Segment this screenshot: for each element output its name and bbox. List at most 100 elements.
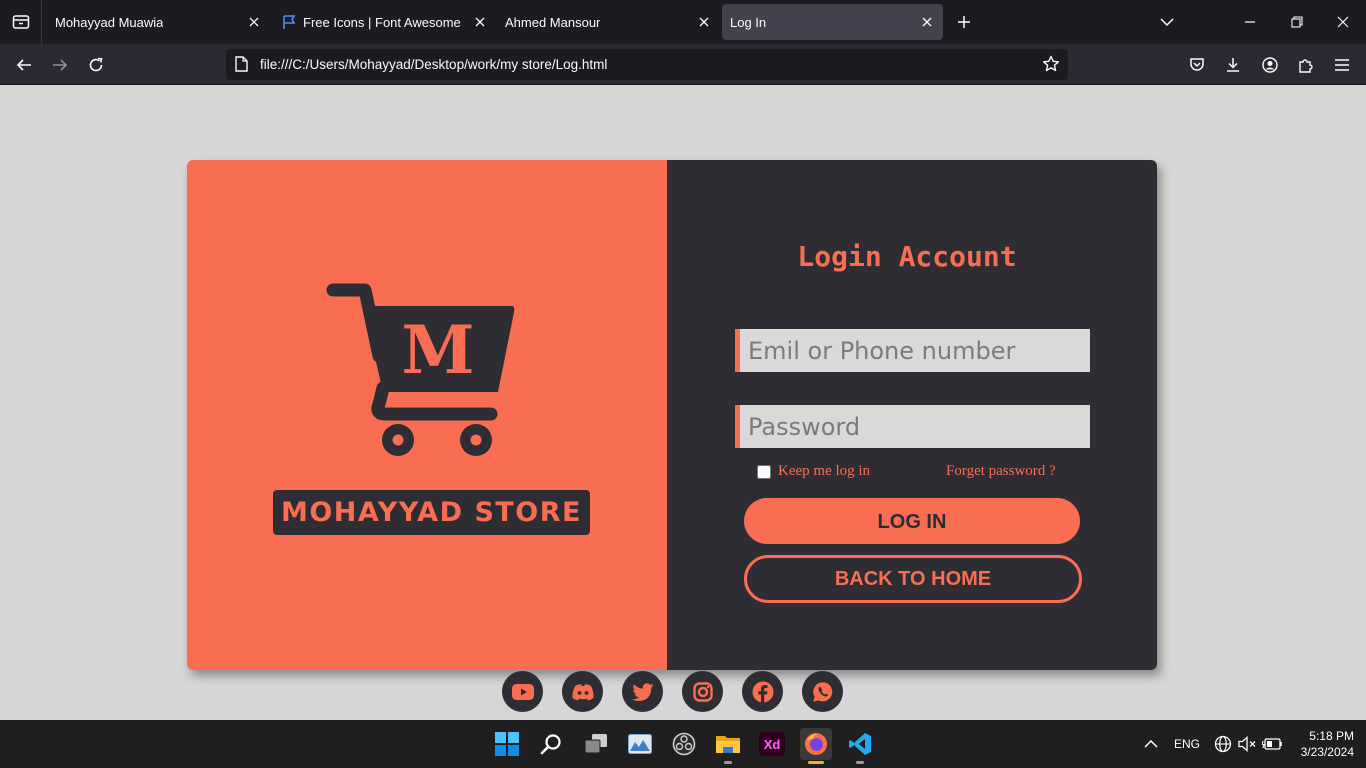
photos-app[interactable] bbox=[624, 728, 656, 760]
restore-button[interactable] bbox=[1287, 12, 1307, 32]
instagram-link[interactable] bbox=[682, 671, 723, 712]
email-input[interactable] bbox=[740, 329, 1090, 372]
active-indicator bbox=[808, 761, 824, 764]
downloads-button[interactable] bbox=[1222, 54, 1244, 76]
keep-logged-in-label: Keep me log in bbox=[778, 463, 871, 479]
minimize-button[interactable] bbox=[1240, 12, 1260, 32]
file-explorer-icon bbox=[716, 736, 740, 753]
address-bar[interactable]: file:///C:/Users/Mohayyad/Desktop/work/m… bbox=[226, 49, 1068, 80]
restore-icon bbox=[1291, 16, 1303, 28]
tab-ahmed-mansour[interactable]: Ahmed Mansour bbox=[496, 4, 720, 40]
tab-font-awesome[interactable]: Free Icons | Font Awesome bbox=[272, 4, 496, 40]
flag-icon bbox=[272, 14, 297, 30]
email-field-wrapper bbox=[735, 329, 1090, 372]
search-button[interactable] bbox=[535, 728, 567, 760]
whatsapp-link[interactable] bbox=[802, 671, 843, 712]
tab-overflow-button[interactable] bbox=[1157, 12, 1177, 32]
browser-toolbar: file:///C:/Users/Mohayyad/Desktop/work/m… bbox=[0, 44, 1366, 85]
logo-letter: M bbox=[401, 311, 474, 389]
extensions-button[interactable] bbox=[1295, 54, 1317, 76]
firefox-app[interactable] bbox=[800, 728, 832, 764]
facebook-icon bbox=[752, 681, 773, 702]
tab-label: Free Icons | Font Awesome bbox=[303, 14, 461, 30]
obs-app[interactable] bbox=[668, 728, 700, 760]
arrow-left-icon bbox=[16, 59, 31, 71]
language-indicator[interactable]: ENG bbox=[1174, 737, 1200, 751]
store-name-badge: MOHAYYAD STORE bbox=[273, 490, 590, 535]
facebook-link[interactable] bbox=[742, 671, 783, 712]
list-all-tabs-icon bbox=[12, 15, 29, 29]
running-indicator bbox=[724, 761, 732, 764]
adobe-xd-icon: Xd bbox=[759, 732, 785, 756]
pocket-icon bbox=[1190, 58, 1204, 71]
youtube-icon bbox=[511, 683, 534, 700]
obs-icon bbox=[672, 732, 696, 756]
reload-button[interactable] bbox=[85, 54, 107, 76]
forget-password-link[interactable]: Forget password ? bbox=[946, 463, 1056, 480]
store-name: MOHAYYAD STORE bbox=[280, 497, 582, 528]
close-tab-icon[interactable] bbox=[696, 14, 712, 30]
start-button[interactable] bbox=[491, 728, 523, 760]
url-text: file:///C:/Users/Mohayyad/Desktop/work/m… bbox=[260, 57, 608, 72]
forward-button[interactable] bbox=[49, 54, 71, 76]
discord-link[interactable] bbox=[562, 671, 603, 712]
reload-icon bbox=[89, 57, 103, 72]
adobe-xd-app[interactable]: Xd bbox=[756, 728, 788, 760]
battery-button[interactable] bbox=[1262, 734, 1282, 754]
back-to-home-button[interactable]: BACK TO HOME bbox=[744, 555, 1082, 603]
twitter-link[interactable] bbox=[622, 671, 663, 712]
vscode-app[interactable] bbox=[844, 728, 876, 764]
menu-button[interactable] bbox=[1331, 54, 1353, 76]
puzzle-icon bbox=[1299, 59, 1313, 73]
keep-logged-in-checkbox[interactable] bbox=[757, 464, 771, 479]
photos-icon bbox=[628, 734, 652, 754]
close-tab-icon[interactable] bbox=[919, 14, 935, 30]
back-button[interactable] bbox=[13, 54, 35, 76]
hamburger-menu-icon bbox=[1335, 59, 1349, 71]
keep-logged-in-option[interactable]: Keep me log in bbox=[757, 463, 870, 480]
account-button[interactable] bbox=[1259, 54, 1281, 76]
tab-label: Ahmed Mansour bbox=[505, 14, 601, 30]
download-icon bbox=[1227, 58, 1239, 72]
file-explorer-app[interactable] bbox=[712, 728, 744, 764]
brand-panel: M MOHAYYAD STORE bbox=[187, 160, 667, 670]
speaker-muted-icon bbox=[1238, 736, 1256, 752]
tab-log-in[interactable]: Log In bbox=[722, 4, 943, 40]
system-clock[interactable]: 5:18 PM 3/23/2024 bbox=[1292, 728, 1354, 760]
pocket-button[interactable] bbox=[1186, 54, 1208, 76]
login-card: M MOHAYYAD STORE Login Account Keep me l… bbox=[187, 160, 1157, 670]
clock-date: 3/23/2024 bbox=[1300, 745, 1354, 759]
discord-icon bbox=[571, 683, 594, 700]
tab-list-button[interactable] bbox=[0, 0, 42, 44]
browser-tab-bar: Mohayyad Muawia Free Icons | Font Awesom… bbox=[0, 0, 1366, 44]
close-icon bbox=[1337, 16, 1349, 28]
close-window-button[interactable] bbox=[1333, 12, 1353, 32]
close-tab-icon[interactable] bbox=[472, 14, 488, 30]
search-icon bbox=[540, 734, 561, 755]
plus-icon bbox=[958, 16, 970, 28]
whatsapp-icon bbox=[812, 681, 832, 702]
task-view-button[interactable] bbox=[580, 728, 612, 760]
tab-label: Log In bbox=[730, 14, 767, 30]
password-field-wrapper bbox=[735, 405, 1090, 448]
close-tab-icon[interactable] bbox=[246, 14, 262, 30]
account-icon bbox=[1262, 57, 1278, 73]
tab-mohayyad-muawia[interactable]: Mohayyad Muawia bbox=[46, 4, 270, 40]
windows-taskbar: Xd ENG 5:18 PM 3/23/2024 bbox=[0, 720, 1366, 768]
running-indicator bbox=[856, 761, 864, 764]
bookmark-star-icon[interactable] bbox=[1042, 55, 1060, 78]
vscode-icon bbox=[849, 733, 871, 755]
windows-start-icon bbox=[495, 732, 519, 756]
password-input[interactable] bbox=[740, 405, 1090, 448]
login-panel: Login Account Keep me log in Forget pass… bbox=[667, 160, 1157, 670]
show-hidden-icons-button[interactable] bbox=[1141, 734, 1161, 754]
arrow-right-icon bbox=[53, 59, 68, 71]
new-tab-button[interactable] bbox=[954, 12, 974, 32]
youtube-link[interactable] bbox=[502, 671, 543, 712]
task-view-icon bbox=[584, 734, 607, 754]
chevron-down-icon bbox=[1160, 18, 1174, 27]
network-button[interactable] bbox=[1213, 734, 1233, 754]
volume-button[interactable] bbox=[1237, 734, 1257, 754]
log-in-button[interactable]: LOG IN bbox=[744, 498, 1080, 544]
login-title: Login Account bbox=[797, 240, 1017, 273]
